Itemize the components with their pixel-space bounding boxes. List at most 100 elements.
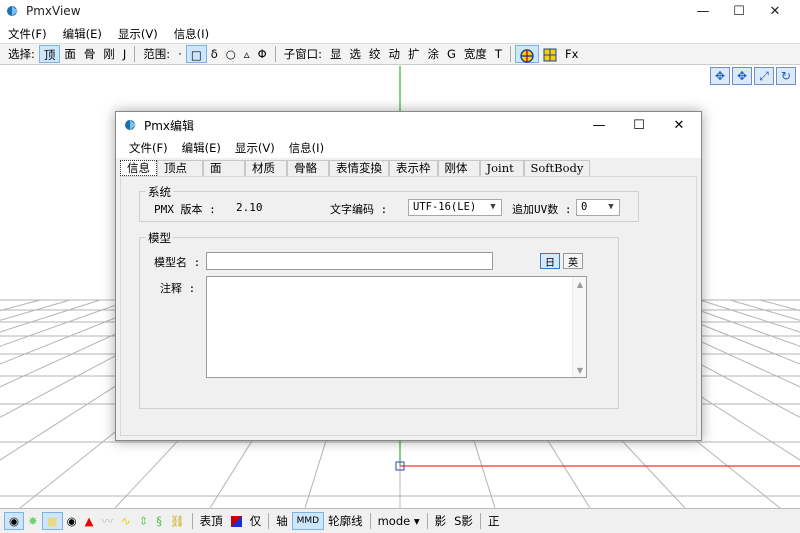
- swirl-yellow-icon[interactable]: ∿: [117, 512, 135, 530]
- color-swatch-icon[interactable]: [227, 512, 246, 530]
- menu-info[interactable]: 信息(I): [166, 26, 217, 42]
- lang-en-button[interactable]: 英: [563, 253, 583, 269]
- select-bone-button[interactable]: 骨: [80, 45, 100, 63]
- toolbar-separator: [134, 46, 136, 62]
- range-rect-button[interactable]: □: [185, 45, 207, 63]
- globe-view-button[interactable]: [514, 45, 539, 63]
- tab-morph[interactable]: 表情変換: [329, 160, 389, 176]
- menu-view[interactable]: 显示(V): [110, 26, 166, 42]
- model-name-input[interactable]: [206, 252, 493, 270]
- tab-joint[interactable]: Joint: [479, 160, 524, 176]
- mode-dropdown[interactable]: mode ▾: [374, 512, 424, 530]
- main-toolbar: 选择: 顶 面 骨 刚 J 范围: · □ δ ○ ▵ Φ 子窗口: 显 选 绞…: [0, 43, 800, 65]
- select-face-button[interactable]: 面: [60, 45, 80, 63]
- extra-uv-select[interactable]: 0 ▼: [576, 199, 620, 216]
- radio-vertex-icon[interactable]: ◉: [4, 512, 25, 530]
- subwin-width-button[interactable]: 宽度: [460, 45, 491, 63]
- window-title: PmxView: [26, 4, 81, 18]
- toolbar-separator: [274, 46, 276, 62]
- dialog-menu-edit[interactable]: 编辑(E): [175, 140, 228, 156]
- main-titlebar: PmxView — ☐ ✕: [0, 0, 800, 22]
- subwin-g-button[interactable]: G: [443, 45, 460, 63]
- star-green-icon[interactable]: ✸: [24, 512, 42, 530]
- model-name-label: 模型名 :: [154, 256, 201, 269]
- tab-display-frame[interactable]: 表示枠: [389, 160, 438, 176]
- wave-icon[interactable]: 〰: [97, 512, 117, 530]
- range-delta-button[interactable]: δ: [207, 45, 222, 63]
- lang-jp-button[interactable]: 日: [540, 253, 560, 269]
- rotate-icon[interactable]: ↻: [776, 67, 796, 85]
- tab-rigid-body[interactable]: 刚体: [437, 160, 480, 176]
- menu-edit[interactable]: 编辑(E): [55, 26, 110, 42]
- square-yellow-icon[interactable]: ■: [41, 512, 63, 530]
- model-group-label: 模型: [146, 230, 173, 246]
- extra-uv-label: 追加UV数 :: [512, 203, 572, 216]
- encoding-value: UTF-16(LE): [413, 201, 477, 213]
- fx-button[interactable]: Fx: [561, 45, 582, 63]
- scroll-down-icon[interactable]: ▼: [573, 363, 587, 377]
- zoom-icon[interactable]: ⤢: [754, 67, 774, 85]
- range-phi-button[interactable]: Φ: [254, 45, 271, 63]
- outline-button[interactable]: 轮廓线: [324, 512, 367, 530]
- axis-button[interactable]: 轴: [272, 512, 292, 530]
- toolbar-separator: [509, 46, 511, 62]
- subwin-move-button[interactable]: 动: [385, 45, 405, 63]
- triangle-red-icon[interactable]: ▲: [81, 512, 98, 530]
- front-button[interactable]: 正: [484, 512, 504, 530]
- extra-uv-value: 0: [581, 201, 588, 213]
- arrows-green-icon[interactable]: ⇕: [135, 512, 153, 530]
- chain-yellow-icon[interactable]: ⛓: [166, 512, 189, 530]
- subwin-expand-button[interactable]: 扩: [404, 45, 424, 63]
- range-circle-button[interactable]: ○: [222, 45, 240, 63]
- tab-vertex[interactable]: 顶点: [157, 160, 203, 176]
- move-xy-icon[interactable]: ✥: [710, 67, 730, 85]
- maximize-button[interactable]: ☐: [721, 0, 757, 22]
- main-menubar: 文件(F) 编辑(E) 显示(V) 信息(I): [0, 24, 800, 44]
- tab-face[interactable]: 面: [203, 160, 245, 176]
- dialog-titlebar: Pmx编辑 — ☐ ✕: [116, 112, 701, 138]
- dialog-menu-view[interactable]: 显示(V): [228, 140, 282, 156]
- subwin-select-button[interactable]: 选: [346, 45, 366, 63]
- bottom-separator: [426, 513, 428, 529]
- only-button[interactable]: 仅: [246, 512, 266, 530]
- select-rigid-button[interactable]: 刚: [99, 45, 119, 63]
- pmx-app-icon: [125, 120, 136, 130]
- grid-view-button[interactable]: [539, 45, 561, 63]
- range-triangle-button[interactable]: ▵: [240, 45, 254, 63]
- scroll-up-icon[interactable]: ▲: [573, 277, 587, 291]
- tab-softbody[interactable]: SoftBody: [523, 160, 591, 176]
- comment-textarea[interactable]: ▲ ▼: [206, 276, 587, 378]
- tab-material[interactable]: 材质: [245, 160, 287, 176]
- encoding-select[interactable]: UTF-16(LE) ▼: [408, 199, 502, 216]
- move-xz-icon[interactable]: ✥: [732, 67, 752, 85]
- range-point-button[interactable]: ·: [174, 45, 186, 63]
- info-tab-panel: 系统 PMX 版本 : 2.10 文字编码 : UTF-16(LE) ▼ 追加U…: [120, 176, 697, 436]
- subwin-twist-button[interactable]: 绞: [365, 45, 385, 63]
- chevron-down-icon: ▼: [608, 202, 614, 212]
- select-vertex-button[interactable]: 顶: [38, 45, 61, 63]
- tab-bone[interactable]: 骨骼: [287, 160, 329, 176]
- dialog-close-button[interactable]: ✕: [659, 112, 699, 138]
- minimize-button[interactable]: —: [685, 0, 721, 22]
- dialog-minimize-button[interactable]: —: [579, 112, 619, 138]
- bottom-separator: [479, 513, 481, 529]
- mmd-button[interactable]: MMD: [291, 512, 325, 530]
- tab-info[interactable]: 信息: [120, 160, 157, 176]
- comment-scrollbar[interactable]: ▲ ▼: [572, 277, 586, 377]
- subwin-t-button[interactable]: T: [491, 45, 506, 63]
- shadow-button[interactable]: 影: [431, 512, 451, 530]
- subwin-paint-button[interactable]: 涂: [424, 45, 444, 63]
- menu-file[interactable]: 文件(F): [0, 26, 55, 42]
- dialog-menubar: 文件(F) 编辑(E) 显示(V) 信息(I): [116, 138, 701, 158]
- radio-icon[interactable]: ◉: [63, 512, 81, 530]
- bottom-separator: [268, 513, 270, 529]
- subwin-display-button[interactable]: 显: [326, 45, 346, 63]
- dialog-menu-file[interactable]: 文件(F): [122, 140, 175, 156]
- self-shadow-button[interactable]: S影: [450, 512, 477, 530]
- dialog-maximize-button[interactable]: ☐: [619, 112, 659, 138]
- link-green-icon[interactable]: §: [152, 512, 166, 530]
- dialog-menu-info[interactable]: 信息(I): [282, 140, 331, 156]
- close-button[interactable]: ✕: [757, 0, 793, 22]
- select-joint-button[interactable]: J: [119, 45, 130, 63]
- surface-button[interactable]: 表頂: [196, 512, 227, 530]
